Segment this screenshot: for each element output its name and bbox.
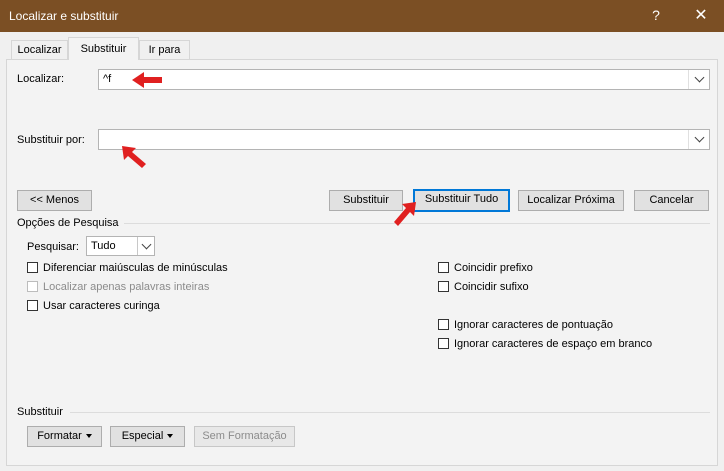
replace-all-button[interactable]: Substituir Tudo [413, 189, 510, 212]
tab-label: Ir para [148, 44, 181, 56]
whole-words-label: Localizar apenas palavras inteiras [43, 281, 210, 293]
chevron-down-icon [694, 132, 704, 143]
match-case-checkbox[interactable] [27, 262, 38, 273]
tab-substituir[interactable]: Substituir [68, 37, 139, 60]
annotation-arrow-icon [122, 146, 146, 168]
find-dropdown-button[interactable] [688, 70, 709, 89]
annotation-arrow-icon [132, 72, 162, 88]
replace-input[interactable] [98, 129, 710, 150]
ignore-whitespace-checkbox[interactable] [438, 338, 449, 349]
chevron-down-icon [694, 72, 704, 83]
special-label: Especial [121, 430, 164, 442]
tab-localizar[interactable]: Localizar [11, 40, 68, 59]
caret-down-icon [167, 434, 174, 439]
select-arrow [137, 237, 154, 255]
title-bar: Localizar e substituir ? ✕ [0, 0, 724, 32]
match-suffix-label: Coincidir sufixo [454, 281, 529, 293]
ignore-punctuation-checkbox[interactable] [438, 319, 449, 330]
search-direction-value: Tudo [91, 240, 116, 252]
less-button[interactable]: << Menos [17, 190, 92, 211]
find-value: ^f [103, 73, 112, 85]
replace-section-title: Substituir [17, 406, 63, 418]
tab-ir-para[interactable]: Ir para [139, 40, 190, 59]
window-title: Localizar e substituir [9, 9, 119, 23]
search-direction-select[interactable]: Tudo [86, 236, 155, 256]
group-divider [70, 412, 710, 413]
match-suffix-checkbox[interactable] [438, 281, 449, 292]
whole-words-checkbox [27, 281, 38, 292]
match-case-label: Diferenciar maiúsculas de minúsculas [43, 262, 228, 274]
caret-down-icon [85, 434, 92, 439]
chevron-down-icon [141, 239, 151, 249]
format-label: Formatar [37, 430, 82, 442]
find-label: Localizar: [17, 73, 65, 85]
ignore-punctuation-label: Ignorar caracteres de pontuação [454, 319, 613, 331]
annotation-arrow-icon [394, 202, 416, 226]
tab-label: Substituir [80, 43, 127, 55]
replace-dropdown-button[interactable] [688, 130, 709, 149]
find-input[interactable]: ^f [98, 69, 710, 90]
wildcards-label: Usar caracteres curinga [43, 300, 160, 312]
replace-label: Substituir por: [17, 134, 85, 146]
match-prefix-label: Coincidir prefixo [454, 262, 533, 274]
special-button[interactable]: Especial [110, 426, 185, 447]
ignore-whitespace-label: Ignorar caracteres de espaço em branco [454, 338, 653, 350]
close-button[interactable]: ✕ [692, 5, 710, 25]
format-button[interactable]: Formatar [27, 426, 102, 447]
no-formatting-button: Sem Formatação [194, 426, 295, 447]
search-options-title: Opções de Pesquisa [17, 217, 119, 229]
search-direction-label: Pesquisar: [27, 241, 79, 253]
help-button[interactable]: ? [648, 7, 664, 23]
tab-label: Localizar [17, 44, 62, 56]
find-next-button[interactable]: Localizar Próxima [518, 190, 624, 211]
match-prefix-checkbox[interactable] [438, 262, 449, 273]
cancel-button[interactable]: Cancelar [634, 190, 709, 211]
wildcards-checkbox[interactable] [27, 300, 38, 311]
